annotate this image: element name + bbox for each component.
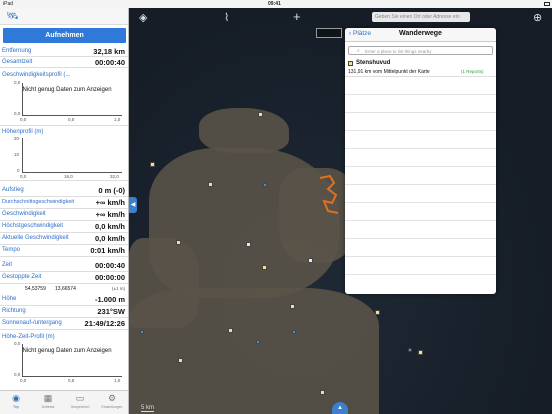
stat-row: Entfernung 32,18 km [0,46,128,57]
poi-marker[interactable] [208,182,213,187]
list-divider [345,148,496,149]
land-west [129,238,199,328]
stat-row: Gestoppte Zeit 00:00:00 [0,272,128,284]
place-distance: 131,91 km vom Mittelpunkt der Karte [348,69,430,75]
longitude: 13,66574 [55,286,76,292]
tab-settings[interactable]: ⚙ Einstellungen [97,393,127,409]
accuracy: (±1 m) [112,286,125,291]
speed-profile-chart: Geschwindigkeitsprofil (... Nicht genug … [0,69,128,126]
elevation-profile-chart: Höhenprofil (m) 20 10 0 0,0 16,0 32,0 [0,126,128,181]
status-bar: iPad 09:41 [0,0,552,8]
battery-icon [544,2,550,6]
layers-icon[interactable]: ◈ [139,11,147,24]
locate-icon[interactable]: ⊕ [533,11,542,24]
poi-marker[interactable] [375,310,380,315]
list-divider [345,274,496,275]
list-divider [345,166,496,167]
stat-row: Gesamtzeit 00:00:40 [0,57,128,68]
stat-row: Sonnenauf-/untergang 21:49/12:26 [0,318,128,330]
list-divider [345,220,496,221]
time-profile-chart: Höhe-Zeit-Profil (m) Nicht genug Daten z… [2,334,122,383]
poi-marker[interactable] [176,240,181,245]
track-path [319,174,339,214]
land-north [199,108,289,153]
poi-marker[interactable] [262,265,267,270]
poi-marker[interactable] [308,258,313,263]
time-profile-title: Höhe-Zeit-Profil (m) [2,334,55,340]
place-name: Stenshuvud [356,60,391,66]
search-icon: ⌕ [357,48,360,54]
water-marker[interactable] [256,340,260,344]
places-search-input[interactable]: ⌕ Enter a place to list things nearby [348,46,493,55]
saved-icon: ▭ [75,393,85,403]
scale-label: 5 km [141,405,155,412]
satellite-icon[interactable]: 🛰 [6,11,19,22]
stat-row: Aufstieg 0 m (-0) [0,185,128,197]
poi-marker[interactable] [150,162,155,167]
collapse-panel-button[interactable]: ◀ [129,197,137,213]
list-divider [345,112,496,113]
tab-trip[interactable]: ◉ Trip [1,393,31,409]
poi-marker[interactable] [228,328,233,333]
stat-row: Zeit 00:00:40 [0,260,128,272]
tab-saved[interactable]: ▭ Gespeichert [65,393,95,409]
list-divider [345,184,496,185]
place-list-item[interactable]: Stenshuvud 131,91 km vom Mittelpunkt der… [345,58,496,77]
place-marker-icon [348,61,353,66]
list-divider [345,238,496,239]
trip-icon: ◉ [12,393,20,403]
latitude: 54,53759 [25,286,46,292]
popover-header: ‹ Plätze Wanderwege [345,28,496,42]
trip-panel: 🛰 Aufnehmen Entfernung 32,18 km Gesamtze… [0,8,129,414]
poi-marker[interactable] [418,350,423,355]
water-marker[interactable] [292,330,296,334]
route-icon[interactable]: ⌇ [224,11,229,24]
poi-marker[interactable] [246,242,251,247]
no-data-message: Nicht genug Daten zum Anzeigen [22,348,112,354]
water-marker[interactable] [263,183,267,187]
places-popover: ‹ Plätze Wanderwege ⌕ Enter a place to l… [345,28,496,294]
list-divider [345,130,496,131]
stat-row: Höchstgeschwindigkeit 0,0 km/h [0,221,128,233]
popover-title: Wanderwege [399,30,442,37]
speed-profile-title: Geschwindigkeitsprofil (... [2,72,71,78]
add-icon[interactable]: + [293,9,301,24]
stat-row: Richtung 231°SW [0,306,128,318]
clock: 09:41 [268,1,281,7]
stat-row: Aktuelle Geschwindigkeit 0,0 km/h [0,233,128,245]
map-scale-indicator [316,28,342,38]
carrier-label: iPad [3,1,14,7]
water-marker[interactable] [140,330,144,334]
list-divider [345,94,496,95]
stat-row: Geschwindigkeit +∞ km/h [0,209,128,221]
grid-icon: ▦ [43,393,53,403]
list-divider [345,256,496,257]
panel-header: 🛰 [0,8,128,25]
expand-bottom-button[interactable]: ▲ [332,402,348,414]
map-search-input[interactable]: Geben Sie einen Ort oder Adresse ein [372,12,470,22]
poi-marker[interactable] [258,112,263,117]
coordinates-row: 54,53759 13,66574 (±1 m) [0,285,128,293]
poi-marker[interactable] [290,304,295,309]
poi-marker[interactable] [178,358,183,363]
elevation-profile-title: Höhenprofil (m) [2,129,44,135]
place-reports: (1 Reports) [461,69,484,74]
record-button[interactable]: Aufnehmen [3,28,126,43]
gear-icon: ⚙ [107,393,117,403]
water-marker[interactable] [408,348,412,352]
poi-marker[interactable] [320,390,325,395]
tab-deltests[interactable]: ▦ Deltests [33,393,63,409]
stat-row: Durchschnittsgeschwindigkeit +∞ km/h [0,197,128,209]
map-toolbar: ◈ ⌇ + ⊕ [129,8,552,30]
list-divider [345,202,496,203]
stat-row: Höhe -1.000 m [0,294,128,306]
stat-row: Tempo 0:01 km/h [0,245,128,257]
tab-bar: ◉ Trip ▦ Deltests ▭ Gespeichert ⚙ Einste… [0,390,128,414]
no-data-message: Nicht genug Daten zum Anzeigen [22,87,112,93]
